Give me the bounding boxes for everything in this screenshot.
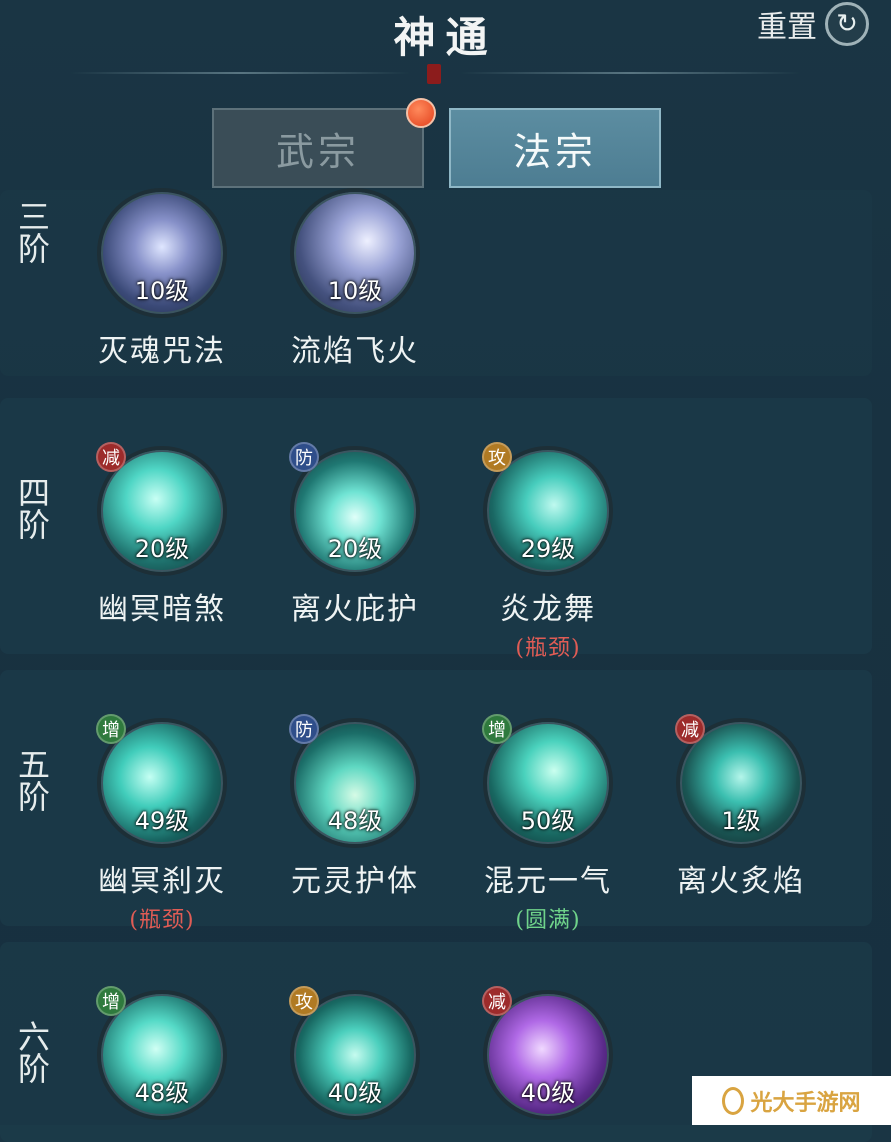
reset-button[interactable]: 重置 ↻ [757,2,869,46]
buff-badge: 增 [482,714,512,744]
skill-level: 1级 [721,807,761,835]
tier-label: 三阶 [13,200,51,264]
debuff-badge: 减 [675,714,705,744]
attack-badge: 攻 [482,442,512,472]
tier-label: 五阶 [13,748,51,812]
skill-card[interactable]: 10级 灭魂咒法 [66,188,258,370]
skill-card[interactable]: 48级 防 元灵护体 [259,714,451,900]
skill-name: 炎龙舞 [500,592,596,627]
defense-badge: 防 [289,442,319,472]
watermark-text: 光大手游网 [750,1090,861,1116]
skill-level: 10级 [327,277,383,305]
tier-5-panel: 五阶 49级 增 幽冥刹灭 (瓶颈) 48级 防 元灵护体 50级 增 混元一气… [0,670,872,933]
skill-status-bottleneck: (瓶颈) [129,908,195,933]
skill-name: 流焰飞火 [291,334,419,369]
tier-label: 六阶 [13,1020,51,1084]
skill-name: 元灵护体 [291,864,419,899]
watermark: 光大手游网 [692,1076,891,1125]
debuff-badge: 减 [96,442,126,472]
skill-card[interactable]: 10级 流焰飞火 [259,188,451,370]
skill-level: 48级 [327,807,383,835]
skill-card[interactable]: 49级 增 幽冥刹灭 (瓶颈) [66,714,258,934]
skill-card[interactable]: 48级 增 [66,986,258,1120]
skill-card[interactable]: 40级 减 [452,986,644,1120]
buff-badge: 增 [96,714,126,744]
tab-fazong[interactable]: 法宗 [449,108,661,188]
buff-badge: 增 [96,986,126,1016]
defense-badge: 防 [289,714,319,744]
skill-card[interactable]: 20级 防 离火庇护 [259,442,451,628]
skill-card[interactable]: 50级 增 混元一气 (圆满) [452,714,644,934]
skill-level: 29级 [520,535,576,563]
watermark-logo-icon [722,1086,745,1115]
skill-status-bottleneck: (瓶颈) [515,636,581,661]
attack-badge: 攻 [289,986,319,1016]
notification-dot [406,98,436,128]
skill-level: 20级 [134,535,190,563]
seal-ornament [427,64,441,84]
skill-name: 离火炙焰 [677,864,805,899]
reset-label: 重置 [757,10,817,45]
skill-level: 40级 [327,1079,383,1107]
tier-label: 四阶 [13,476,51,540]
skill-level: 49级 [134,807,190,835]
swirl-icon: ↻ [825,2,869,46]
skill-name: 幽冥刹灭 [98,864,226,899]
skill-icon: 10级 [97,188,227,318]
skill-name: 混元一气 [484,864,612,899]
skill-card[interactable]: 20级 减 幽冥暗煞 [66,442,258,628]
skill-name: 离火庇护 [291,592,419,627]
debuff-badge: 减 [482,986,512,1016]
tier-4-panel: 四阶 20级 减 幽冥暗煞 20级 防 离火庇护 29级 攻 炎龙舞 (瓶颈) [0,398,872,661]
skill-level: 50级 [520,807,576,835]
tier-3-panel: 三阶 10级 灭魂咒法 10级 流焰飞火 [0,188,872,376]
skill-card[interactable]: 40级 攻 [259,986,451,1120]
skill-icon: 10级 [290,188,420,318]
tab-wuzong[interactable]: 武宗 [212,108,424,188]
title-divider-right [460,72,800,74]
skill-card[interactable]: 29级 攻 炎龙舞 (瓶颈) [452,442,644,662]
skill-level: 10级 [134,277,190,305]
title-divider-left [70,72,410,74]
skill-level: 40级 [520,1079,576,1107]
skill-level: 20级 [327,535,383,563]
skill-level: 48级 [134,1079,190,1107]
skill-card[interactable]: 1级 减 离火炙焰 [645,714,837,900]
skill-name: 幽冥暗煞 [98,592,226,627]
skill-name: 灭魂咒法 [98,334,226,369]
skill-status-perfect: (圆满) [515,908,581,933]
